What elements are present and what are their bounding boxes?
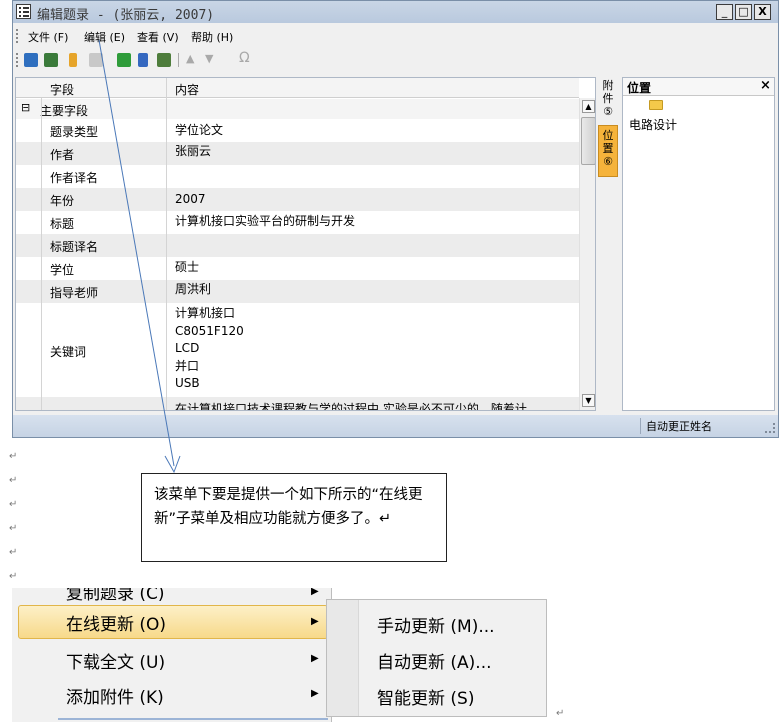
menu-item-manual-update[interactable]: 手动更新 (M)... (377, 612, 495, 637)
menu-item-copy[interactable]: 复制题录 (C) (66, 588, 165, 604)
menu-item-download-fulltext[interactable]: 下载全文 (U) (66, 648, 165, 673)
paragraph-mark: ↵ (556, 708, 565, 719)
submenu-arrow-icon: ▶ (311, 588, 319, 597)
menu-separator (58, 718, 328, 720)
menu-item-add-attachment[interactable]: 添加附件 (K) (66, 683, 164, 708)
submenu-gutter (327, 600, 359, 716)
submenu-online-update: 手动更新 (M)... 自动更新 (A)... 智能更新 (S) (326, 599, 547, 717)
paragraph-mark: ↵ (9, 547, 18, 558)
menu-item-smart-update[interactable]: 智能更新 (S) (377, 684, 474, 709)
paragraph-mark: ↵ (9, 499, 18, 510)
paragraph-mark: ↵ (9, 451, 18, 462)
menu-item-online-update-label: 在线更新 (O) (66, 615, 167, 635)
menu-item-online-update[interactable]: 在线更新 (O) (18, 605, 328, 639)
submenu-arrow-icon: ▶ (311, 688, 319, 699)
callout-note: 该菜单下要是提供一个如下所示的“在线更新”子菜单及相应功能就方便多了。↵ (141, 473, 447, 562)
paragraph-mark: ↵ (9, 523, 18, 534)
paragraph-mark: ↵ (9, 475, 18, 486)
callout-arrow-line (98, 39, 175, 467)
paragraph-mark: ↵ (9, 571, 18, 582)
menu-item-auto-update[interactable]: 自动更新 (A)... (377, 648, 492, 673)
submenu-arrow-icon: ▶ (311, 653, 319, 664)
submenu-arrow-icon: ▶ (311, 616, 319, 627)
context-menu: 复制题录 (C) ▶ 在线更新 (O) ▶ 下载全文 (U) ▶ 添加附件 (K… (12, 588, 332, 722)
